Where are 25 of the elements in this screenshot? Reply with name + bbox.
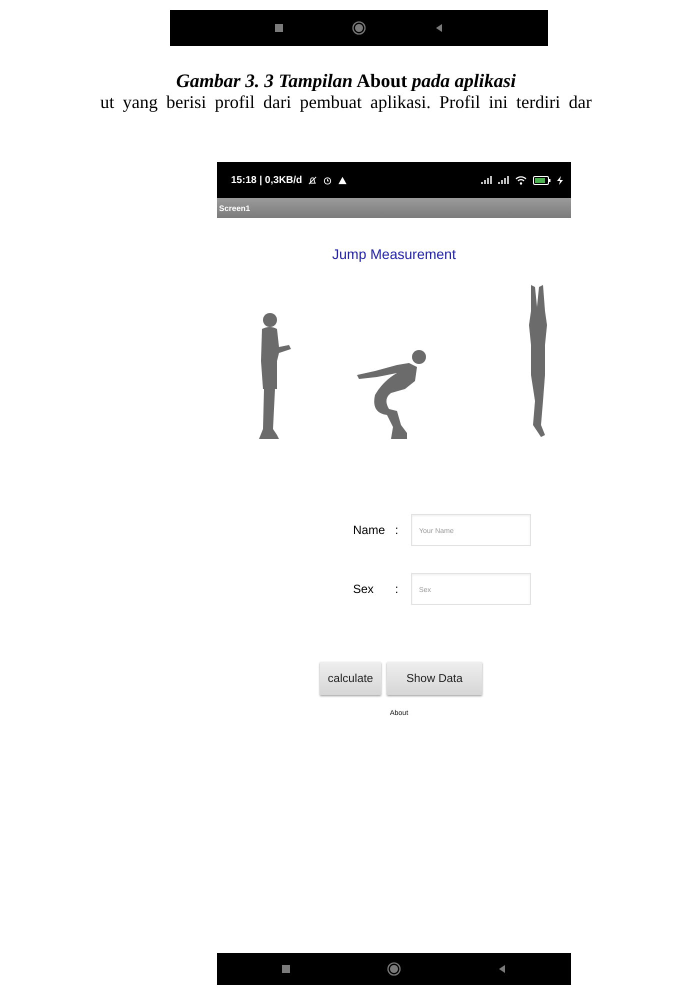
app-title: Jump Measurement (332, 246, 456, 262)
signal-icon (498, 176, 509, 184)
body-text: ut yang berisi profil dari pembuat aplikasi. Profil ini terdiri dar (99, 92, 593, 112)
colon-separator: : (395, 523, 400, 537)
screen-title: Screen1 (219, 204, 250, 212)
wifi-icon (515, 176, 527, 184)
status-text: 15:18 | 0,3KB/d (231, 174, 302, 186)
warning-icon (338, 176, 348, 184)
back-icon[interactable] (497, 964, 507, 974)
alarm-icon (323, 176, 332, 184)
battery-icon (533, 176, 551, 184)
show-data-button[interactable]: Show Data (387, 662, 482, 695)
bell-off-icon (308, 176, 318, 184)
field-label: Name (353, 523, 386, 537)
home-icon[interactable] (352, 21, 366, 35)
back-icon[interactable] (434, 23, 444, 33)
field-label: Sex (353, 582, 375, 596)
charging-icon (557, 176, 563, 184)
figure-caption: Gambar 3. 3 Tampilan About pada aplikasi (175, 72, 517, 92)
home-icon[interactable] (387, 962, 401, 976)
recents-icon[interactable] (274, 23, 284, 33)
recents-icon[interactable] (281, 964, 291, 974)
calculate-button[interactable]: calculate (320, 662, 381, 695)
signal-icon (481, 176, 492, 184)
colon-separator: : (395, 582, 400, 596)
